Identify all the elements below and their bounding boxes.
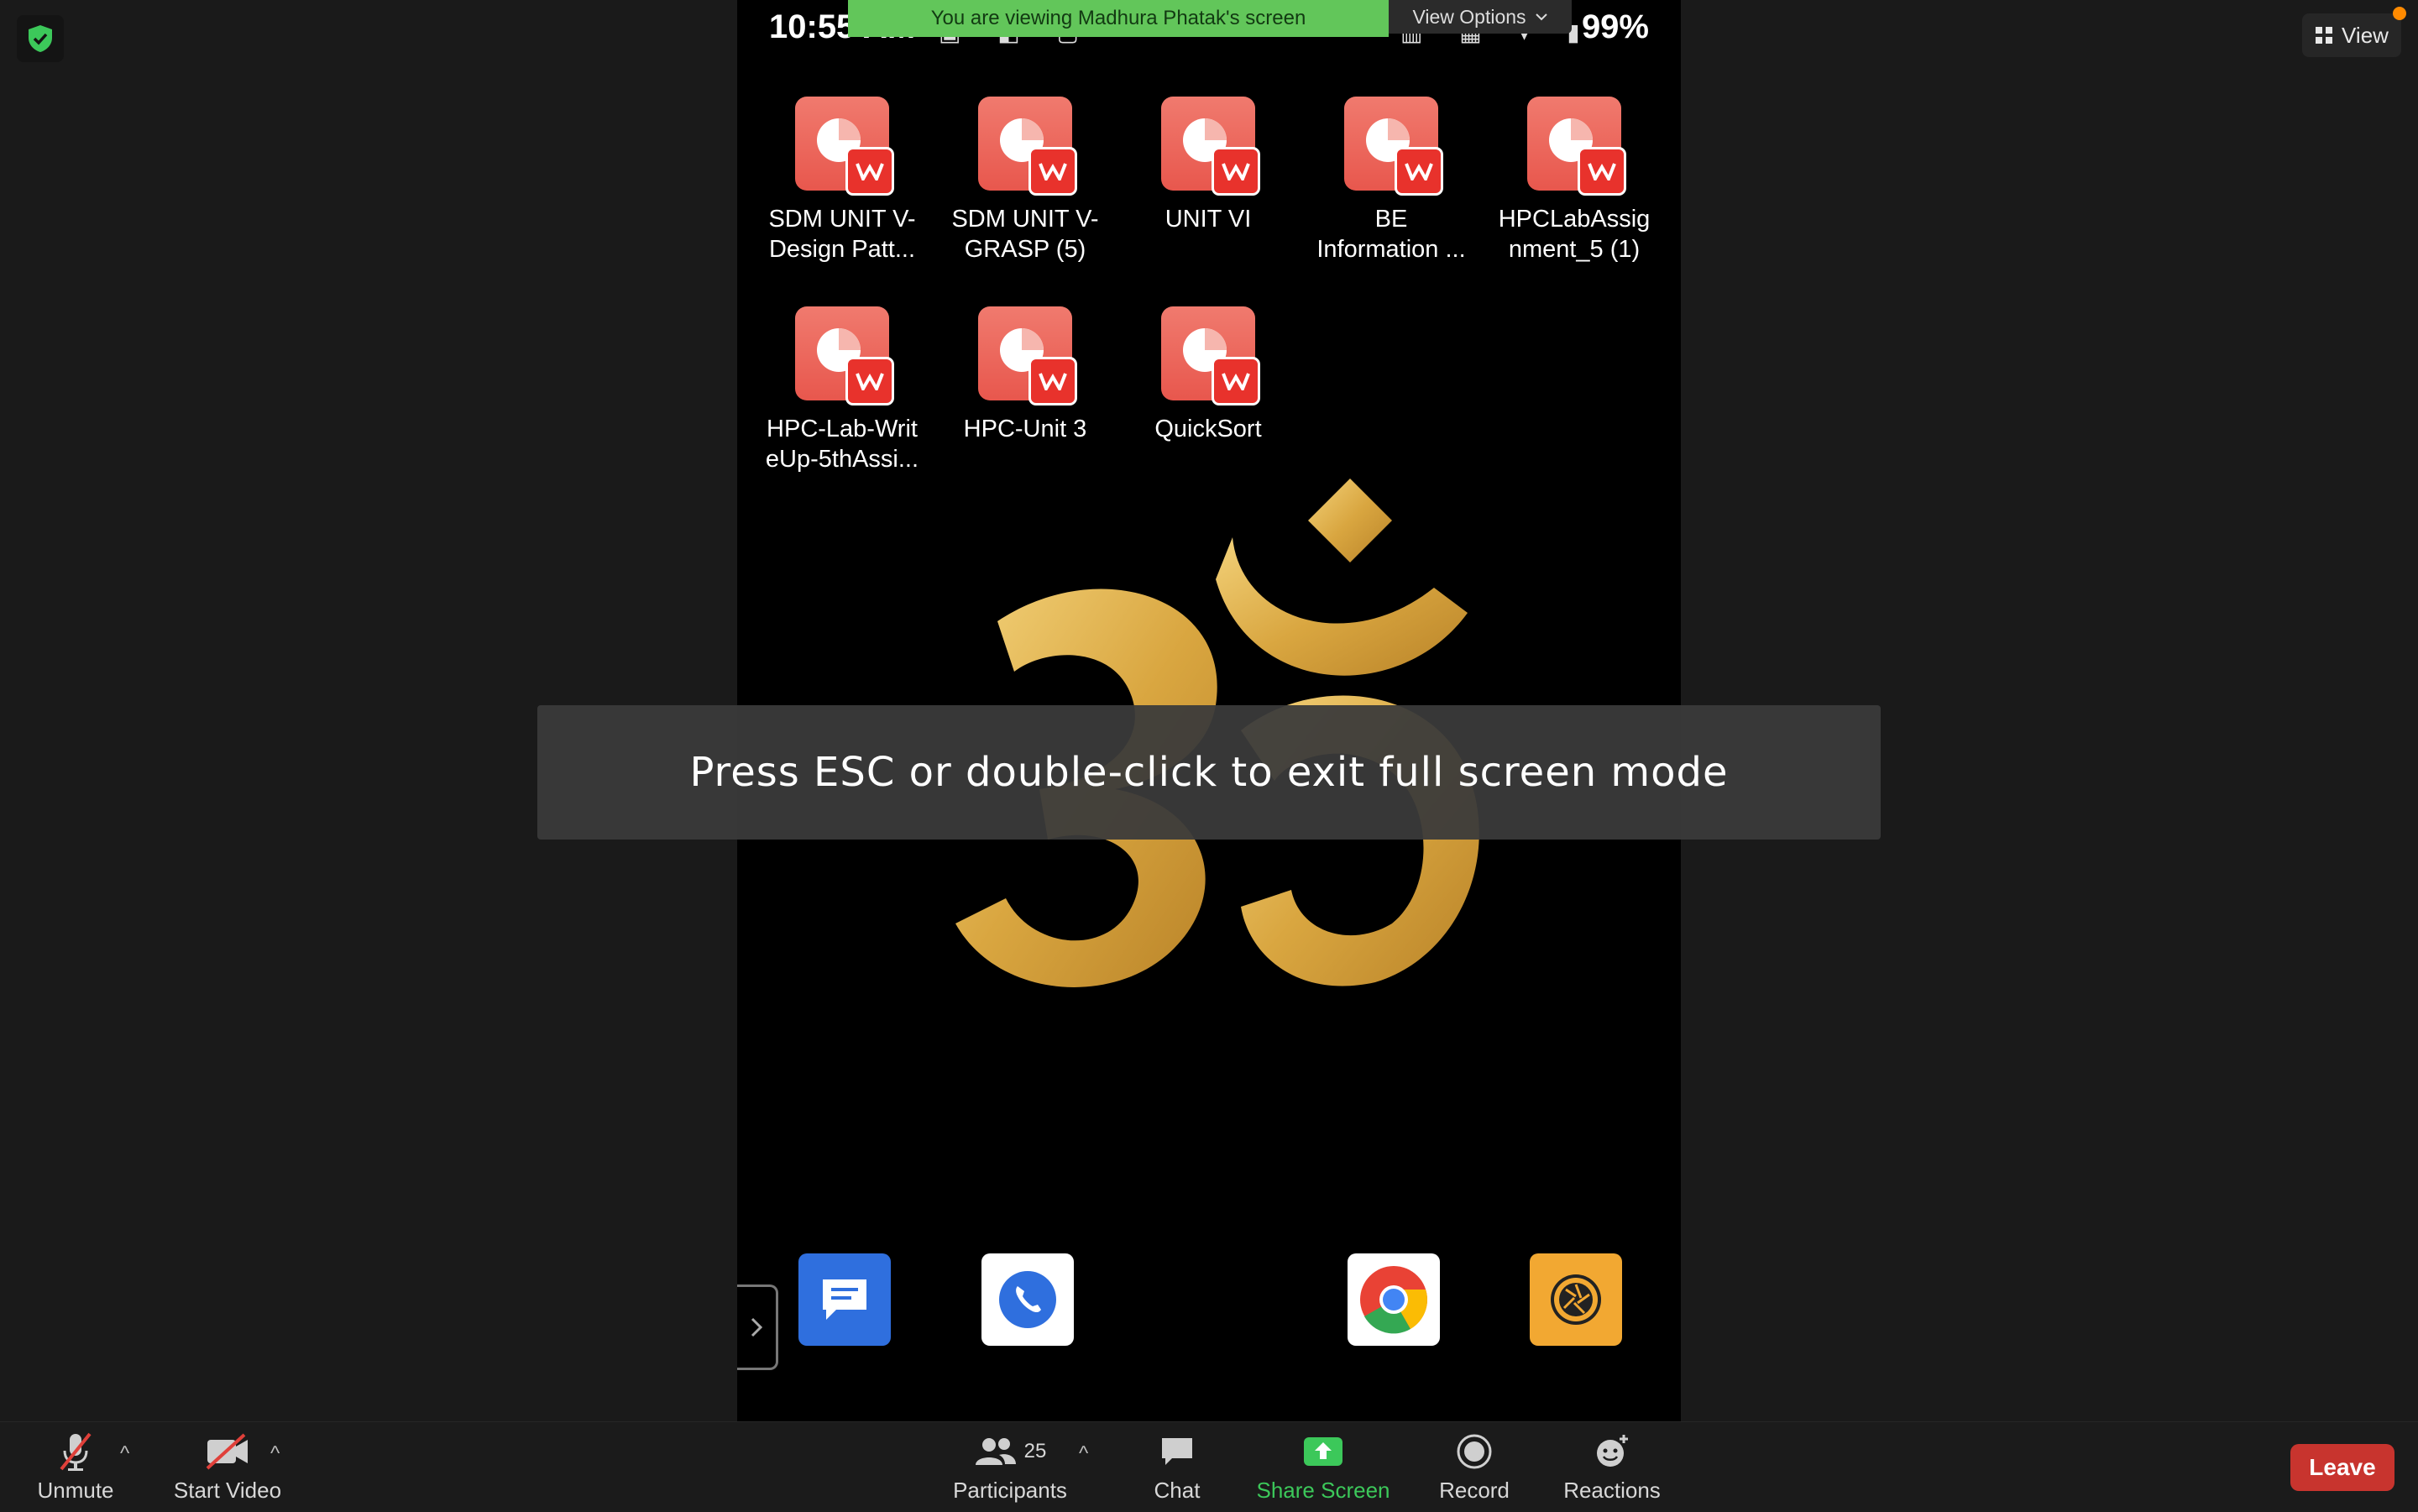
view-layout-button[interactable]: View — [2302, 13, 2401, 57]
reactions-icon — [1597, 1435, 1628, 1467]
chat-label: Chat — [1154, 1478, 1201, 1503]
share-screen-icon — [1304, 1437, 1342, 1466]
audio-options-caret[interactable]: ^ — [120, 1442, 129, 1466]
viewing-screen-banner: You are viewing Madhura Phatak's screen — [848, 0, 1389, 37]
security-shield-icon[interactable] — [17, 15, 64, 62]
unmute-label: Unmute — [37, 1478, 114, 1503]
record-icon — [1457, 1434, 1492, 1469]
battery-level: 99% — [1581, 8, 1649, 45]
app-label-line1: HPCLabAssig — [1498, 206, 1651, 233]
app-icon-sdm-design[interactable]: SDM UNIT V- Design Patt... — [762, 97, 922, 264]
app-label-line1: HPC-Unit 3 — [963, 416, 1087, 442]
app-icon-be-information[interactable]: BE Information ... — [1311, 97, 1471, 264]
app-icon-unit-vi[interactable]: UNIT VI — [1128, 97, 1288, 234]
video-options-caret[interactable]: ^ — [270, 1442, 280, 1466]
app-icon-hpc-lab-assignment[interactable]: HPCLabAssig nment_5 (1) — [1494, 97, 1654, 264]
camera-app-icon[interactable] — [1530, 1253, 1622, 1346]
view-options-dropdown[interactable]: View Options — [1389, 0, 1572, 34]
wps-presentation-icon — [978, 97, 1077, 196]
muted-microphone-icon — [60, 1432, 92, 1471]
participants-count: 25 — [1023, 1440, 1047, 1462]
video-off-icon — [206, 1433, 248, 1470]
app-icon-sdm-grasp[interactable]: SDM UNIT V- GRASP (5) — [945, 97, 1105, 264]
reactions-label: Reactions — [1563, 1478, 1661, 1503]
chrome-app-icon[interactable] — [1348, 1253, 1440, 1346]
reactions-button[interactable]: Reactions — [1560, 1431, 1664, 1504]
app-label-line2: Design Patt... — [768, 236, 916, 263]
chat-button[interactable]: Chat — [1142, 1431, 1212, 1504]
view-button-label: View — [2342, 22, 2389, 48]
leave-button[interactable]: Leave — [2290, 1444, 2394, 1491]
wps-presentation-icon — [1161, 97, 1260, 196]
phone-app-icon[interactable] — [981, 1253, 1074, 1346]
app-label-line2: Information ... — [1316, 236, 1466, 263]
grid-view-icon — [2316, 27, 2333, 44]
participants-label: Participants — [953, 1478, 1067, 1503]
share-screen-button[interactable]: Share Screen — [1256, 1431, 1390, 1504]
app-label-line1: UNIT VI — [1165, 206, 1252, 233]
wps-presentation-icon — [795, 97, 894, 196]
dock-expand-arrow[interactable] — [737, 1284, 778, 1370]
participants-options-caret[interactable]: ^ — [1079, 1442, 1088, 1466]
unmute-button[interactable]: Unmute — [25, 1431, 126, 1504]
app-label-line2: GRASP (5) — [964, 236, 1086, 263]
app-label-line1: SDM UNIT V- — [768, 206, 916, 233]
chat-icon — [1162, 1438, 1192, 1465]
notification-dot — [2393, 7, 2406, 20]
app-label-line1: BE — [1374, 206, 1408, 233]
app-label-line1: SDM UNIT V- — [951, 206, 1099, 233]
wps-presentation-icon — [795, 306, 894, 405]
chevron-down-icon — [1535, 13, 1547, 21]
wps-presentation-icon — [1527, 97, 1626, 196]
share-screen-label: Share Screen — [1256, 1478, 1390, 1503]
app-icon-hpc-unit-3[interactable]: HPC-Unit 3 — [945, 306, 1105, 444]
app-icon-hpc-lab-writeup[interactable]: HPC-Lab-Writ eUp-5thAssi... — [762, 306, 922, 474]
meeting-toolbar: Unmute ^ Start Video ^ 25 Participants ^… — [0, 1421, 2418, 1512]
messages-app-icon[interactable] — [798, 1253, 891, 1346]
start-video-label: Start Video — [173, 1478, 282, 1503]
app-label-line2: nment_5 (1) — [1508, 236, 1641, 263]
record-button[interactable]: Record — [1432, 1431, 1516, 1504]
app-icon-quicksort[interactable]: QuickSort — [1128, 306, 1288, 444]
wps-presentation-icon — [1344, 97, 1443, 196]
app-label-line1: HPC-Lab-Writ — [767, 416, 918, 442]
app-label-line1: QuickSort — [1154, 416, 1262, 442]
view-options-label: View Options — [1412, 5, 1526, 28]
wps-presentation-icon — [978, 306, 1077, 405]
participants-icon — [975, 1438, 1016, 1465]
fullscreen-exit-toast: Press ESC or double-click to exit full s… — [537, 705, 1881, 840]
wps-presentation-icon — [1161, 306, 1260, 405]
record-label: Record — [1439, 1478, 1510, 1503]
app-label-line2: eUp-5thAssi... — [765, 446, 919, 473]
participants-button[interactable]: 25 Participants — [947, 1431, 1073, 1504]
